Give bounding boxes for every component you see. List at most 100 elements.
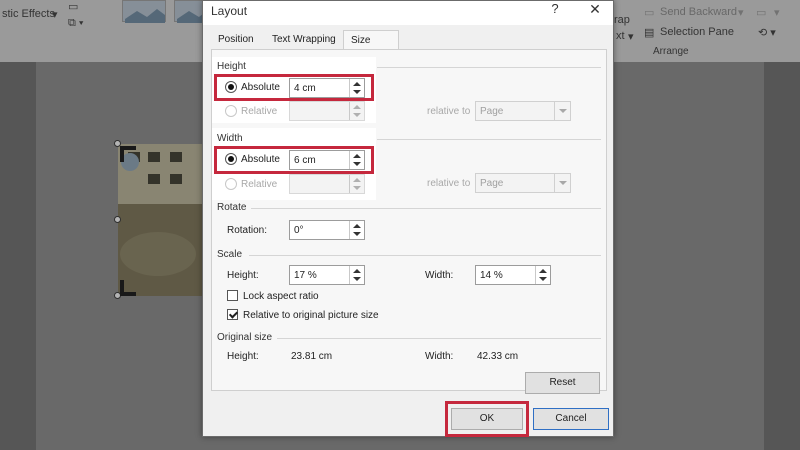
scale-width-label: Width: <box>425 270 454 281</box>
scale-separator <box>249 255 601 256</box>
tab-text-wrapping[interactable]: Text Wrapping <box>265 30 343 50</box>
help-button[interactable]: ? <box>545 1 565 21</box>
picture-icon[interactable]: ▭ <box>68 0 78 13</box>
artistic-effects-button[interactable]: stic Effects <box>2 8 55 20</box>
resize-handle-left[interactable] <box>114 216 121 223</box>
artistic-effects-chevron-icon[interactable]: ▾ <box>52 8 58 21</box>
rotation-value[interactable]: 0° <box>294 225 304 236</box>
original-width-label: Width: <box>425 351 454 362</box>
chevron-down-icon[interactable] <box>554 102 570 120</box>
width-relative-to-select[interactable]: Page <box>475 173 571 193</box>
height-section-label: Height <box>217 61 246 72</box>
rotate-section-label: Rotate <box>217 202 247 213</box>
width-absolute-label[interactable]: Absolute <box>241 154 280 165</box>
close-button[interactable]: ✕ <box>583 1 607 21</box>
tab-size[interactable]: Size <box>343 30 399 50</box>
height-relative-to-value[interactable]: Page <box>480 106 503 117</box>
width-relative-label[interactable]: Relative <box>241 179 277 190</box>
reset-button[interactable]: Reset <box>525 372 600 394</box>
original-size-separator <box>277 338 601 339</box>
lock-aspect-ratio-label[interactable]: Lock aspect ratio <box>243 291 319 302</box>
layout-dialog: Layout ? ✕ Position Text Wrapping Size H… <box>202 0 614 437</box>
height-relative-stepper[interactable] <box>289 101 365 121</box>
spin-up-icon[interactable] <box>353 269 361 273</box>
relative-to-original-checkbox[interactable] <box>227 309 238 320</box>
crop-handle-bottom-left[interactable] <box>120 280 136 296</box>
width-absolute-value[interactable]: 6 cm <box>294 155 316 166</box>
height-absolute-spin-arrows[interactable] <box>349 79 364 97</box>
original-height-label: Height: <box>227 351 259 362</box>
cancel-button[interactable]: Cancel <box>533 408 609 430</box>
width-separator <box>377 139 601 140</box>
ok-button[interactable]: OK <box>451 408 523 430</box>
scale-width-value[interactable]: 14 % <box>480 270 503 281</box>
scale-width-stepper[interactable]: 14 % <box>475 265 551 285</box>
send-backward-chevron-icon[interactable]: ▾ <box>738 6 744 19</box>
tab-position[interactable]: Position <box>211 30 261 50</box>
height-relative-spin-arrows[interactable] <box>349 102 364 120</box>
width-absolute-stepper[interactable]: 6 cm <box>289 150 365 170</box>
width-relative-to-label: relative to <box>427 178 471 189</box>
original-size-section-label: Original size <box>217 332 273 343</box>
wrap-text-button[interactable]: rap <box>614 14 630 26</box>
rotation-spin-arrows[interactable] <box>349 221 364 239</box>
scale-height-value[interactable]: 17 % <box>294 270 317 281</box>
arrange-group-label: Arrange <box>653 46 689 57</box>
rotate-icon[interactable]: ⟲ ▾ <box>758 26 776 39</box>
dialog-titlebar[interactable]: Layout ? ✕ <box>203 1 613 25</box>
send-backward-button[interactable]: Send Backward <box>660 6 737 18</box>
spin-up-icon[interactable] <box>353 105 361 109</box>
height-absolute-radio[interactable] <box>225 81 237 93</box>
rotation-stepper[interactable]: 0° <box>289 220 365 240</box>
width-absolute-radio[interactable] <box>225 153 237 165</box>
wrap-text-chevron-icon[interactable]: ▾ <box>628 30 634 43</box>
width-relative-stepper[interactable] <box>289 174 365 194</box>
dialog-title: Layout <box>211 4 248 18</box>
spin-down-icon[interactable] <box>539 277 547 281</box>
height-relative-to-select[interactable]: Page <box>475 101 571 121</box>
height-relative-radio[interactable] <box>225 105 237 117</box>
scale-width-spin-arrows[interactable] <box>535 266 550 284</box>
width-section-label: Width <box>217 133 243 144</box>
chevron-down-icon[interactable] <box>554 174 570 192</box>
selection-pane-button[interactable]: Selection Pane <box>660 26 734 38</box>
spin-up-icon[interactable] <box>353 224 361 228</box>
scale-height-spin-arrows[interactable] <box>349 266 364 284</box>
wrap-text-button-line2[interactable]: xt <box>616 30 625 42</box>
selected-picture[interactable] <box>118 144 204 296</box>
height-absolute-label[interactable]: Absolute <box>241 82 280 93</box>
height-absolute-stepper[interactable]: 4 cm <box>289 78 365 98</box>
spin-down-icon[interactable] <box>353 277 361 281</box>
rotate-separator <box>251 208 601 209</box>
crop-handle-top-left[interactable] <box>120 146 136 162</box>
send-backward-icon[interactable]: ▭ <box>644 6 654 19</box>
width-relative-radio[interactable] <box>225 178 237 190</box>
original-height-value: 23.81 cm <box>291 351 333 362</box>
align-chevron-icon[interactable]: ▾ <box>774 6 780 19</box>
spin-up-icon[interactable] <box>353 82 361 86</box>
spin-up-icon[interactable] <box>353 178 361 182</box>
height-absolute-value[interactable]: 4 cm <box>294 83 316 94</box>
spin-down-icon[interactable] <box>353 232 361 236</box>
spin-down-icon[interactable] <box>353 90 361 94</box>
spin-down-icon[interactable] <box>353 186 361 190</box>
align-icon[interactable]: ▭ <box>756 6 766 19</box>
width-relative-spin-arrows[interactable] <box>349 175 364 193</box>
scale-section-label: Scale <box>217 249 243 260</box>
spin-down-icon[interactable] <box>353 162 361 166</box>
picture-style-thumbnail[interactable] <box>122 0 166 23</box>
spin-down-icon[interactable] <box>353 113 361 117</box>
spin-up-icon[interactable] <box>353 154 361 158</box>
height-relative-to-label: relative to <box>427 106 471 117</box>
height-relative-label[interactable]: Relative <box>241 106 277 117</box>
scale-height-stepper[interactable]: 17 % <box>289 265 365 285</box>
spin-up-icon[interactable] <box>539 269 547 273</box>
width-absolute-spin-arrows[interactable] <box>349 151 364 169</box>
reset-picture-icon[interactable]: ⧉ ▾ <box>68 17 84 30</box>
scale-height-label: Height: <box>227 270 259 281</box>
selection-pane-icon[interactable]: ▤ <box>644 26 654 39</box>
relative-to-original-label[interactable]: Relative to original picture size <box>243 310 379 321</box>
lock-aspect-ratio-checkbox[interactable] <box>227 290 238 301</box>
width-relative-to-value[interactable]: Page <box>480 178 503 189</box>
rotation-label: Rotation: <box>227 225 268 236</box>
